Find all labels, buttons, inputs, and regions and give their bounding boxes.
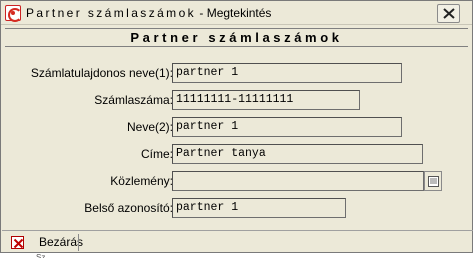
close-button-divider	[78, 234, 79, 251]
name2-label: Neve(2):	[126, 120, 173, 134]
internal-id-label: Belső azonosító:	[84, 201, 173, 215]
account-holder-label: Számlatulajdonos neve(1):	[30, 66, 173, 80]
window-title-main: Partner számlaszámok	[26, 6, 197, 20]
window-close-button[interactable]	[437, 4, 460, 23]
address-field[interactable]: Partner tanya	[172, 144, 423, 164]
background-window-text: Sz	[36, 253, 46, 258]
comment-label: Közlemény:	[110, 174, 173, 188]
comment-field[interactable]	[172, 171, 424, 191]
window-title-suffix: - Megtekintés	[196, 6, 272, 20]
close-button-label: Bezárás	[39, 235, 84, 249]
internal-id-field[interactable]: partner 1	[172, 198, 346, 218]
window-title: Partner számlaszámok - Megtekintés	[26, 6, 271, 20]
address-label: Címe:	[140, 147, 173, 161]
section-header: Partner számlaszámok	[5, 28, 468, 47]
account-holder-field[interactable]: partner 1	[172, 63, 402, 83]
footer-divider	[2, 230, 473, 231]
app-logo-icon	[5, 5, 22, 22]
window-close-icon	[443, 8, 455, 19]
title-bar[interactable]: Partner számlaszámok - Megtekintés	[1, 1, 472, 25]
section-title: Partner számlaszámok	[130, 30, 343, 45]
dialog-window: Partner számlaszámok - Megtekintés Partn…	[0, 0, 473, 253]
red-x-icon	[11, 236, 24, 249]
account-number-label: Számlaszáma:	[94, 93, 173, 107]
notepad-icon	[428, 176, 439, 187]
account-number-field[interactable]: 11111111-11111111	[172, 90, 360, 110]
comment-lookup-button[interactable]	[424, 171, 442, 191]
name2-field[interactable]: partner 1	[172, 117, 402, 137]
